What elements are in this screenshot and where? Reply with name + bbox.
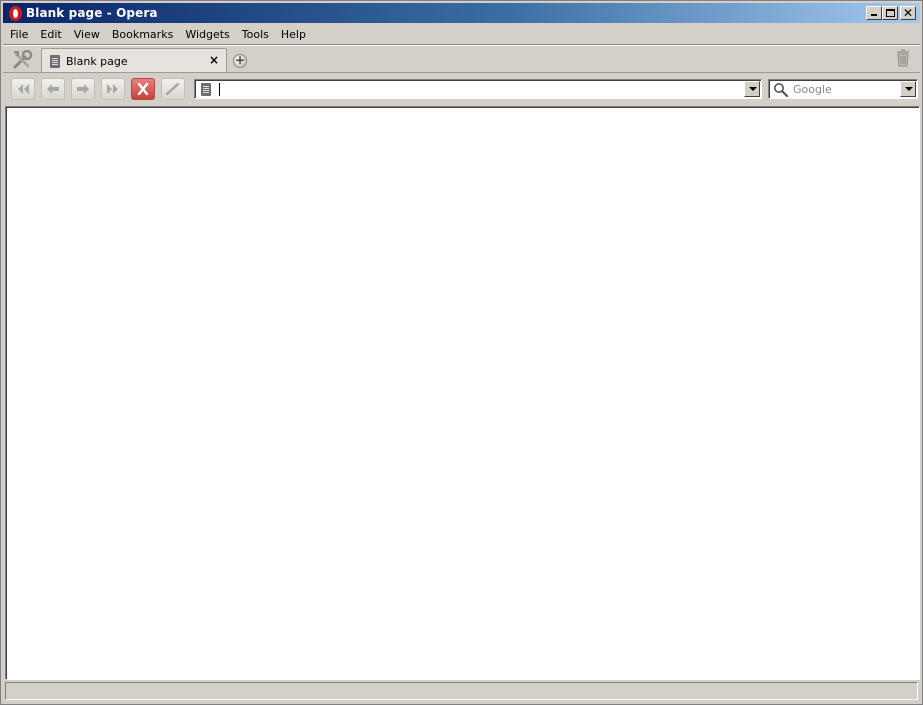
panel-toggle-button[interactable] (11, 49, 35, 71)
minimize-button[interactable] (866, 6, 882, 20)
search-input[interactable] (793, 81, 893, 97)
menu-widgets[interactable]: Widgets (179, 26, 235, 44)
menu-edit[interactable]: Edit (34, 26, 67, 44)
back-button[interactable] (41, 78, 65, 100)
tab-bar-divider (3, 72, 920, 73)
close-icon: ✕ (903, 6, 914, 20)
trash-icon[interactable] (896, 49, 910, 67)
menu-help[interactable]: Help (275, 26, 312, 44)
menu-file[interactable]: File (3, 26, 34, 44)
new-tab-button[interactable]: + (233, 54, 247, 68)
page-icon (50, 54, 60, 68)
tab-bar: Blank page × + (3, 46, 920, 73)
rewind-icon (18, 84, 29, 94)
page-icon (201, 83, 211, 96)
forward-button[interactable] (71, 78, 95, 100)
text-caret (219, 83, 220, 96)
menu-view[interactable]: View (68, 26, 106, 44)
stop-button[interactable] (131, 78, 155, 100)
fast-forward-button[interactable] (101, 78, 125, 100)
tab-blank-page[interactable]: Blank page × (41, 48, 227, 73)
close-button[interactable]: ✕ (900, 6, 916, 20)
menu-bar: File Edit View Bookmarks Widgets Tools H… (3, 25, 920, 45)
opera-logo-icon (9, 5, 23, 21)
title-bar: Blank page - Opera ✕ (3, 3, 920, 23)
window-title: Blank page - Opera (26, 6, 158, 20)
pencil-icon (166, 83, 180, 95)
maximize-button[interactable] (882, 6, 898, 20)
search-icon[interactable] (773, 82, 789, 98)
page-content[interactable] (5, 106, 920, 680)
status-bar (5, 682, 918, 700)
back-arrow-icon (47, 84, 59, 94)
tab-close-button[interactable]: × (209, 53, 219, 67)
tab-label: Blank page (66, 54, 128, 68)
search-box[interactable] (768, 79, 918, 99)
tools-icon (13, 49, 33, 69)
minimize-icon (871, 14, 877, 16)
maximize-icon (886, 9, 895, 17)
menu-tools[interactable]: Tools (236, 26, 275, 44)
address-dropdown-button[interactable] (744, 81, 760, 97)
navigation-toolbar (3, 74, 920, 104)
fast-forward-icon (107, 84, 118, 94)
forward-arrow-icon (77, 84, 89, 94)
menu-bookmarks[interactable]: Bookmarks (106, 26, 179, 44)
address-bar[interactable] (194, 79, 762, 99)
edit-button[interactable] (161, 78, 185, 100)
stop-x-icon (137, 83, 149, 95)
rewind-button[interactable] (11, 78, 35, 100)
address-input[interactable] (217, 81, 737, 97)
search-engine-dropdown-button[interactable] (900, 81, 916, 97)
window-controls: ✕ (866, 6, 916, 20)
browser-window: Blank page - Opera ✕ File Edit View Book… (0, 0, 923, 705)
